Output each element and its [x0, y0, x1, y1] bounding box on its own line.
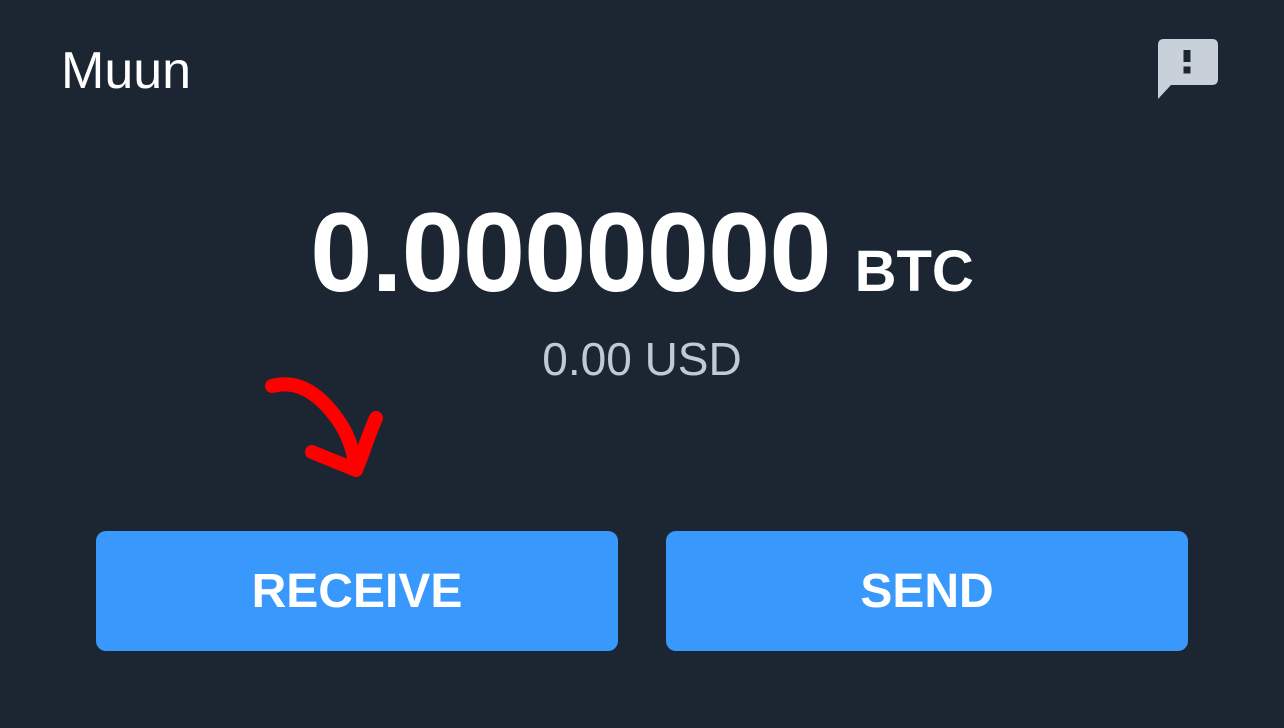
feedback-icon: [1158, 39, 1218, 99]
balance-display: 0.0000000 BTC: [0, 188, 1284, 318]
annotation-arrow-icon: [265, 377, 383, 477]
receive-button[interactable]: RECEIVE: [96, 531, 618, 651]
feedback-button[interactable]: [1156, 38, 1220, 102]
send-button[interactable]: SEND: [666, 531, 1188, 651]
app-title: Muun: [61, 42, 192, 100]
btc-unit: BTC: [854, 239, 974, 304]
fiat-balance: 0.00 USD: [542, 333, 742, 385]
btc-balance: 0.0000000: [310, 190, 831, 315]
